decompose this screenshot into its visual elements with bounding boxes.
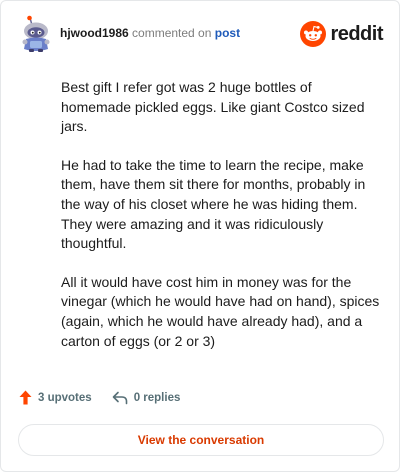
reply-count: 0 replies [133,391,181,404]
comment-paragraph: All it would have cost him in money was … [61,273,380,349]
post-link[interactable]: post [215,26,240,40]
upvote-stat[interactable]: 3 upvotes [19,390,92,405]
upvote-count: 3 upvotes [38,391,92,404]
user-avatar-icon[interactable] [19,15,53,53]
reply-stat[interactable]: 0 replies [112,391,181,405]
comment-byline: hjwood1986 commented on post [60,25,240,41]
comment-stats: 3 upvotes 0 replies [19,390,180,405]
username-link[interactable]: hjwood1986 [60,26,129,40]
reddit-logo[interactable]: reddit [300,19,383,49]
upvote-arrow-icon [19,390,32,405]
comment-paragraph: He had to take the time to learn the rec… [61,156,366,252]
embedded-comment-card: hjwood1986 commented on post reddit Best… [0,0,400,472]
view-conversation-button[interactable]: View the conversation [18,424,384,456]
comment-header: hjwood1986 commented on post reddit [19,15,383,53]
comment-paragraph: Best gift I refer got was 2 huge bottles… [61,79,365,135]
reply-arrow-icon [112,391,127,404]
comment-body: Best gift I refer got was 2 huge bottles… [61,78,381,370]
reddit-wordmark: reddit [330,22,383,45]
reddit-logo-icon [300,21,327,47]
action-text: commented on [132,26,212,40]
